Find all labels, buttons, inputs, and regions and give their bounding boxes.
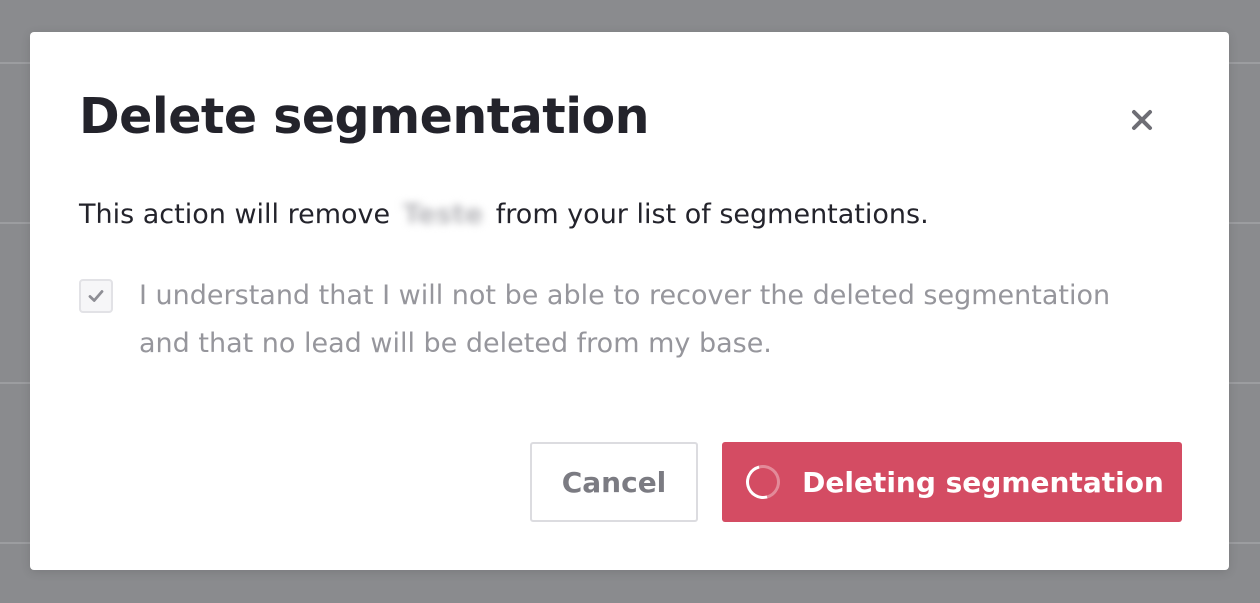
cancel-button-label: Cancel — [561, 465, 667, 499]
confirm-checkbox-label[interactable]: I understand that I will not be able to … — [139, 272, 1159, 368]
cancel-button[interactable]: Cancel — [530, 442, 698, 522]
confirm-checkbox[interactable] — [79, 279, 113, 313]
delete-segmentation-dialog: Delete segmentation This action will rem… — [30, 32, 1229, 570]
description-suffix: from your list of segmentations. — [495, 199, 929, 230]
close-button[interactable] — [1122, 100, 1162, 140]
confirm-checkbox-row: I understand that I will not be able to … — [79, 277, 1179, 368]
dialog-title: Delete segmentation — [79, 88, 650, 145]
checkmark-icon — [88, 290, 104, 302]
dialog-description: This action will remove Teste from your … — [79, 197, 929, 233]
delete-button-label: Deleting segmentation — [802, 465, 1164, 499]
description-prefix: This action will remove — [79, 199, 391, 230]
segmentation-name: Teste — [402, 199, 484, 230]
delete-segmentation-button[interactable]: Deleting segmentation — [722, 442, 1182, 522]
close-icon — [1132, 110, 1152, 130]
loading-spinner-icon — [739, 458, 787, 506]
